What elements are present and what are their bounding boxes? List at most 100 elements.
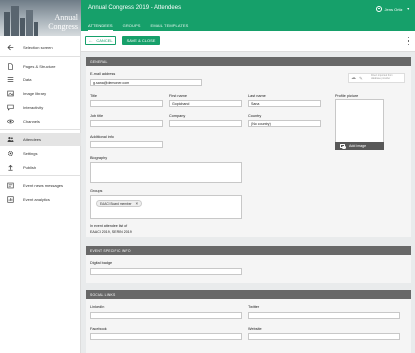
- close-icon[interactable]: ×: [136, 201, 139, 206]
- cancel-button[interactable]: ← CANCEL: [85, 36, 116, 45]
- lastname-field[interactable]: Sana: [248, 100, 321, 107]
- banner-title-line1: Annual: [54, 13, 78, 22]
- sidebar-item-image-library[interactable]: Image library: [0, 87, 81, 100]
- people-icon: [6, 136, 14, 144]
- chevron-down-icon: ▼: [406, 7, 410, 11]
- sidebar-item-selection-screen[interactable]: Selection screen: [0, 41, 81, 54]
- general-section-header: GENERAL: [86, 57, 411, 66]
- linkedin-label: LinkedIn: [90, 305, 105, 309]
- tab-groups[interactable]: GROUPS: [123, 22, 141, 31]
- arrow-left-icon: ←: [88, 37, 94, 44]
- linkedin-field[interactable]: [90, 312, 242, 319]
- event-banner: Annual Congress: [0, 0, 81, 36]
- jobtitle-field[interactable]: [90, 120, 163, 127]
- title-field[interactable]: [90, 100, 163, 107]
- tab-email-templates[interactable]: EMAIL TEMPLATES: [151, 22, 189, 31]
- additional-info-field[interactable]: [90, 141, 163, 148]
- camera-icon: [340, 144, 346, 150]
- facebook-label: Facebook: [90, 327, 107, 331]
- sidebar-item-interactivity[interactable]: Interactivity: [0, 101, 81, 114]
- in-event-value: EAACI 2019, SERIN 2019: [90, 230, 132, 234]
- sidebar-item-label: Interactivity: [23, 105, 44, 110]
- page-title: Annual Congress 2019 - Attendees: [88, 5, 182, 11]
- company-label: Company: [169, 114, 186, 118]
- add-image-label: Add image: [349, 144, 367, 148]
- website-label: Website: [248, 327, 262, 331]
- user-menu[interactable]: Jens Ortiz ▼: [375, 6, 410, 12]
- sidebar-item-label: Publish: [23, 165, 37, 170]
- user-avatar-icon: [375, 6, 382, 12]
- facebook-field[interactable]: [90, 333, 242, 340]
- pencil-icon[interactable]: ✎: [359, 76, 365, 81]
- email-label: E-mail address: [90, 72, 116, 76]
- sidebar-item-attendees[interactable]: Attendees: [0, 133, 81, 146]
- tab-attendees[interactable]: ATTENDEES: [88, 22, 113, 31]
- digital-badge-label: Digital badge: [90, 261, 113, 265]
- sidebar-item-label: Selection screen: [23, 45, 53, 50]
- additional-info-label: Additional info: [90, 135, 114, 139]
- gear-icon: [6, 150, 14, 158]
- group-chip-label: EAACI Board member: [100, 201, 132, 206]
- sidebar-item-label: Image library: [23, 91, 47, 96]
- cloud-icon: ☁: [351, 74, 356, 81]
- more-options-icon[interactable]: [407, 37, 410, 45]
- groups-label: Groups: [90, 189, 103, 193]
- sidebar-item-label: Event analytics: [23, 197, 50, 202]
- firstname-field[interactable]: Gopichand: [169, 100, 242, 107]
- website-field[interactable]: [248, 333, 400, 340]
- chat-icon: [6, 104, 14, 112]
- title-label: Title: [90, 94, 98, 98]
- sidebar-item-channels[interactable]: Channels: [0, 115, 81, 128]
- sidebar-item-label: Event news messages: [23, 183, 64, 188]
- analytics-icon: [6, 196, 14, 204]
- digital-badge-field[interactable]: [90, 268, 242, 275]
- form-content: GENERAL E-mail address g.sana@demoner.co…: [86, 57, 411, 353]
- social-links-section: SOCIAL LINKS LinkedIn Twitter Facebook W…: [86, 290, 411, 353]
- toolbar: ← CANCEL SAVE & CLOSE: [81, 31, 415, 52]
- sidebar-item-data[interactable]: Data: [0, 73, 81, 86]
- sidebar-item-label: Data: [23, 77, 32, 82]
- upload-icon: [6, 164, 14, 172]
- arrow-left-icon: [6, 44, 14, 52]
- import-text-2: database provider: [371, 77, 391, 80]
- sidebar-item-label: Settings: [23, 151, 38, 156]
- profile-picture-label: Profile picture: [335, 94, 359, 98]
- email-field[interactable]: g.sana@demoner.com: [90, 79, 202, 86]
- page-icon: [6, 63, 14, 71]
- in-event-label: In event attendee list of: [90, 224, 128, 228]
- biography-textarea[interactable]: [90, 162, 242, 183]
- banner-title-line2: Congress: [48, 22, 78, 31]
- user-name: Jens Ortiz: [384, 6, 403, 12]
- event-info-section-header: EVENT SPECIFIC INFO: [86, 246, 411, 255]
- biography-label: Biography: [90, 156, 108, 160]
- firstname-label: First name: [169, 94, 187, 98]
- sidebar-item-publish[interactable]: Publish: [0, 161, 81, 174]
- sidebar-item-settings[interactable]: Settings: [0, 147, 81, 160]
- twitter-field[interactable]: [248, 312, 400, 319]
- news-icon: [6, 182, 14, 190]
- list-icon: [6, 76, 14, 84]
- jobtitle-label: Job title: [90, 114, 104, 118]
- save-close-button[interactable]: SAVE & CLOSE: [122, 36, 160, 45]
- add-image-button[interactable]: Add image: [335, 142, 384, 150]
- company-field[interactable]: [169, 120, 242, 127]
- sidebar: Annual Congress Selection screen Pages &…: [0, 0, 81, 353]
- image-icon: [6, 90, 14, 98]
- twitter-label: Twitter: [248, 305, 260, 309]
- group-chip: EAACI Board member ×: [96, 200, 143, 207]
- cancel-label: CANCEL: [96, 38, 113, 43]
- groups-field[interactable]: EAACI Board member ×: [90, 195, 242, 219]
- sidebar-item-event-analytics[interactable]: Event analytics: [0, 193, 81, 206]
- sidebar-item-event-news[interactable]: Event news messages: [0, 179, 81, 192]
- sidebar-item-label: Channels: [23, 119, 40, 124]
- general-section: GENERAL E-mail address g.sana@demoner.co…: [86, 57, 411, 237]
- social-links-section-header: SOCIAL LINKS: [86, 290, 411, 299]
- sidebar-item-pages-structure[interactable]: Pages & Structure: [0, 60, 81, 73]
- event-info-section: EVENT SPECIFIC INFO Digital badge: [86, 246, 411, 283]
- country-select[interactable]: (No country): [248, 120, 321, 127]
- tab-bar: ATTENDEES GROUPS EMAIL TEMPLATES: [88, 22, 198, 31]
- lastname-label: Last name: [248, 94, 266, 98]
- eye-icon: [6, 118, 14, 126]
- country-label: Country: [248, 114, 262, 118]
- import-status: ☁ ✎ Direct imported from database provide…: [348, 73, 405, 83]
